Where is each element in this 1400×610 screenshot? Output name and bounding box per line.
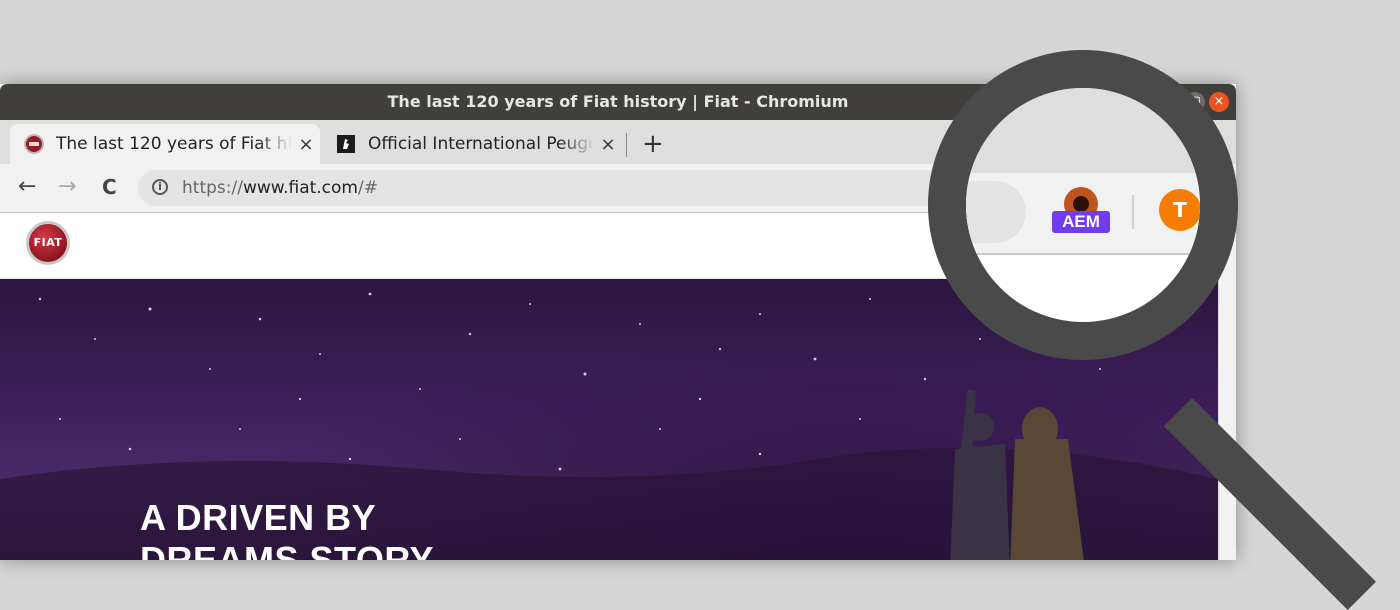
tab-separator: [626, 133, 627, 157]
browser-toolbar: ← → C i https://www.fiat.com/#: [0, 164, 1236, 213]
peugeot-favicon-icon: [337, 135, 355, 153]
tab-close-icon[interactable]: ×: [292, 134, 320, 155]
hero-headline-line-1: A DRIVEN BY: [140, 497, 377, 538]
tab-close-icon[interactable]: ×: [594, 134, 622, 155]
browser-window: The last 120 years of Fiat history | Fia…: [0, 84, 1236, 560]
reload-button[interactable]: C: [102, 174, 117, 200]
tab-title: Official International Peugeot Website: [368, 134, 594, 154]
tab-strip: The last 120 years of Fiat history | Fia…: [0, 120, 1236, 164]
new-tab-button[interactable]: +: [642, 124, 664, 164]
site-header: FIAT: [0, 213, 1218, 279]
url-text[interactable]: https://www.fiat.com/#: [182, 178, 378, 198]
hero-banner: A DRIVEN BY DREAMS STORY: [0, 279, 1218, 560]
window-title: The last 120 years of Fiat history | Fia…: [387, 92, 849, 111]
close-window-button[interactable]: ×: [1209, 92, 1229, 112]
url-path: /#: [358, 178, 378, 198]
hero-headline: A DRIVEN BY DREAMS STORY: [140, 497, 434, 560]
tab-peugeot[interactable]: Official International Peugeot Website ×: [322, 124, 622, 164]
title-bar[interactable]: The last 120 years of Fiat history | Fia…: [0, 84, 1236, 120]
tab-fiat[interactable]: The last 120 years of Fiat history | Fia…: [10, 124, 320, 164]
back-button[interactable]: ←: [18, 174, 36, 200]
tab-title: The last 120 years of Fiat history | Fia…: [56, 134, 292, 154]
hero-headline-line-2: DREAMS STORY: [140, 539, 435, 560]
page-scrollbar[interactable]: [1218, 213, 1236, 560]
url-scheme: https://: [182, 178, 243, 198]
fiat-logo[interactable]: FIAT: [26, 221, 70, 265]
forward-button[interactable]: →: [58, 174, 76, 200]
fiat-favicon-icon: [24, 134, 44, 154]
address-bar[interactable]: i https://www.fiat.com/#: [138, 170, 1038, 206]
url-host: www.fiat.com: [242, 178, 358, 198]
info-icon[interactable]: i: [152, 179, 168, 195]
maximize-button[interactable]: ▢: [1185, 92, 1205, 112]
